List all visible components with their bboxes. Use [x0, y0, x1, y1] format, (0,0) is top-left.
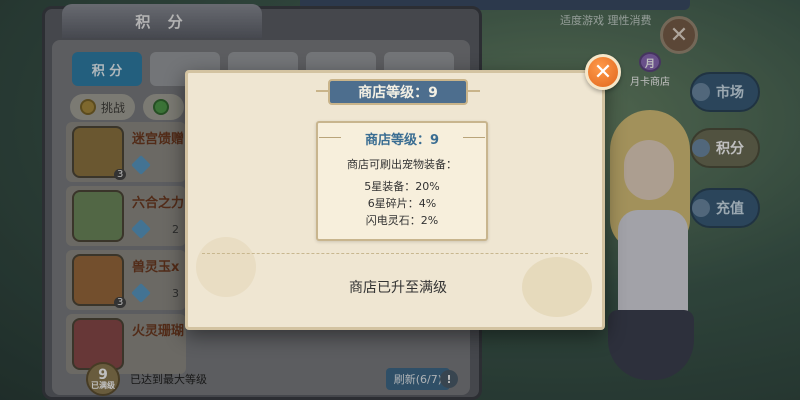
ornament-right-icon — [468, 90, 480, 96]
shop-level-dialog: 商店等级：9 ✕ 商店等级：9 商店可刷出宠物装备： 5星装备：20% 6星碎片… — [185, 54, 621, 330]
dialog-divider — [202, 253, 588, 254]
info-card-description: 商店可刷出宠物装备： — [347, 158, 457, 171]
drop-rate-5star-equip: 5星装备：20% — [364, 180, 440, 193]
dialog-title: 商店等级：9 — [358, 85, 438, 101]
drop-rate-lightning-stone: 闪电灵石：2% — [365, 214, 439, 227]
ornament-left-icon — [316, 90, 328, 96]
info-card-title: 商店等级：9 — [319, 129, 485, 148]
close-icon[interactable]: ✕ — [585, 54, 621, 90]
shop-level-info-card: 商店等级：9 商店可刷出宠物装备： 5星装备：20% 6星碎片：4% 闪电灵石：… — [316, 121, 488, 241]
dialog-header: 商店等级：9 — [316, 79, 480, 105]
max-level-message: 商店已升至满级 — [349, 280, 447, 296]
game-screen: 适度游戏 理性消费 积 分 积 分 挑战 3 迷宫馈赠 六合之力 2 3 兽灵玉… — [0, 0, 800, 400]
drop-rate-list: 5星装备：20% 6星碎片：4% 闪电灵石：2% — [318, 178, 486, 229]
drop-rate-6star-shard: 6星碎片：4% — [367, 197, 437, 210]
